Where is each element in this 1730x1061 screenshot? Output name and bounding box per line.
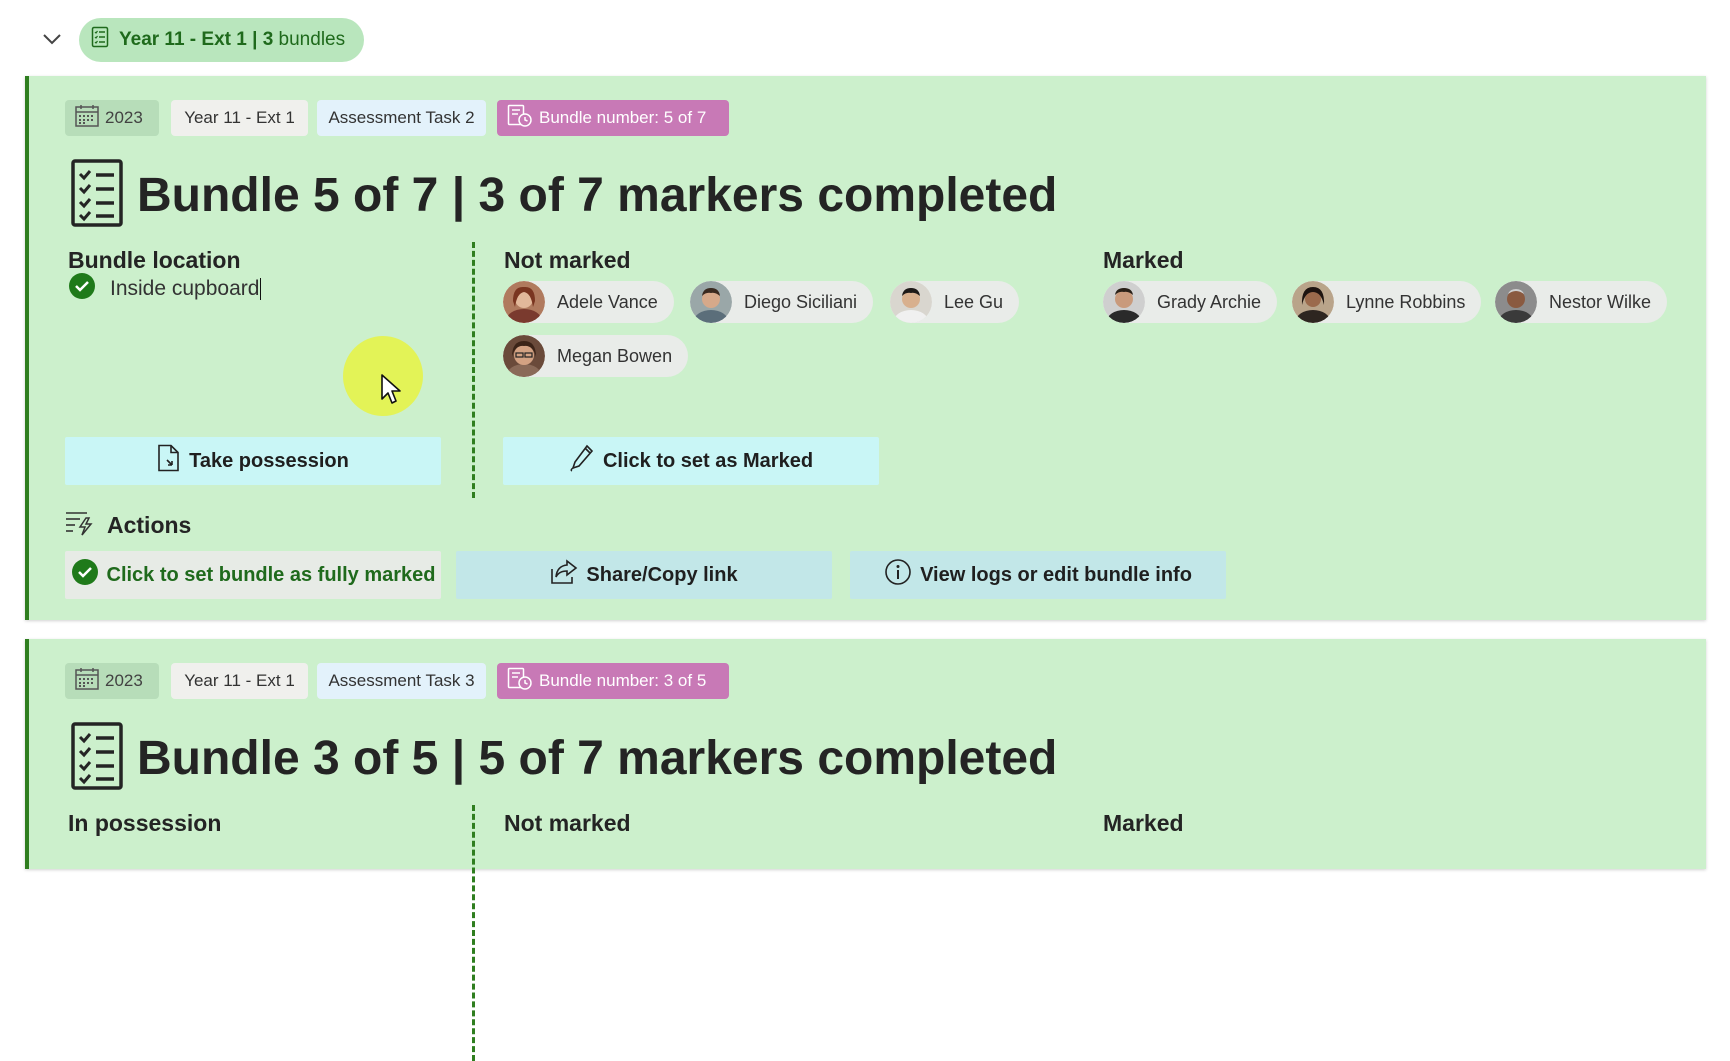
calendar-icon [75, 104, 99, 132]
share-copy-link-label: Share/Copy link [586, 563, 738, 586]
take-possession-label: Take possession [189, 449, 349, 472]
year-tag-label: 2023 [105, 671, 143, 690]
marker-name: Adele Vance [557, 291, 658, 312]
calendar-icon [75, 667, 99, 695]
marker-name: Diego Siciliani [744, 291, 858, 312]
text-caret [260, 278, 262, 301]
class-tag: Year 11 - Ext 1 [171, 100, 308, 136]
marker-chip[interactable]: Adele Vance [503, 281, 674, 323]
actions-flash-icon [65, 510, 93, 541]
not-marked-label: Not marked [504, 810, 631, 836]
bundle-location-value[interactable]: Inside cupboard [68, 272, 262, 306]
avatar [503, 281, 545, 323]
avatar [1103, 281, 1145, 323]
task-tag: Assessment Task 3 [317, 663, 486, 699]
bundle-clock-icon [507, 667, 533, 696]
year-tag: 2023 [65, 663, 159, 699]
check-circle-icon [68, 272, 96, 306]
marked-label: Marked [1103, 810, 1184, 836]
marker-name: Lynne Robbins [1346, 291, 1466, 312]
view-logs-button[interactable]: View logs or edit bundle info [850, 551, 1226, 599]
not-marked-label: Not marked [504, 247, 631, 273]
mouse-pointer-icon [380, 373, 402, 410]
year-tag-label: 2023 [105, 108, 143, 127]
list-document-icon [91, 26, 109, 54]
set-marked-button[interactable]: Click to set as Marked [503, 437, 879, 485]
check-circle-icon [71, 558, 99, 592]
bundle-location-label: Bundle location [68, 247, 241, 273]
avatar [503, 335, 545, 377]
checklist-icon [71, 158, 123, 232]
task-tag: Assessment Task 2 [317, 100, 486, 136]
group-title-bold: Year 11 - Ext 1 | 3 [119, 29, 274, 50]
group-header-pill[interactable]: Year 11 - Ext 1 | 3 bundles [79, 18, 365, 62]
view-logs-label: View logs or edit bundle info [920, 563, 1192, 586]
in-possession-label: In possession [68, 810, 222, 836]
collapse-chevron-icon[interactable] [36, 26, 68, 52]
marker-name: Nestor Wilke [1549, 291, 1652, 312]
avatar [690, 281, 732, 323]
bundle-number-tag: Bundle number: 3 of 5 [497, 663, 729, 699]
bundle-number-label: Bundle number: 5 of 7 [539, 108, 707, 127]
section-divider [472, 805, 475, 1061]
checklist-icon [71, 721, 123, 795]
take-possession-button[interactable]: Take possession [65, 437, 441, 485]
bundle-title-text: Bundle 3 of 5 | 5 of 7 markers completed [137, 731, 1058, 785]
bundle-clock-icon [507, 104, 533, 133]
bundle-card: 2023 Year 11 - Ext 1 Assessment Task 2 B… [25, 76, 1706, 620]
marker-chip[interactable]: Megan Bowen [503, 335, 689, 377]
marker-name: Megan Bowen [557, 345, 673, 366]
bundle-number-tag: Bundle number: 5 of 7 [497, 100, 729, 136]
document-arrow-icon [157, 444, 181, 478]
section-divider [472, 242, 475, 498]
set-fully-marked-label: Click to set bundle as fully marked [106, 563, 436, 586]
actions-header: Actions [65, 510, 191, 541]
pen-icon [569, 444, 595, 478]
share-icon [550, 559, 578, 591]
set-fully-marked-button[interactable]: Click to set bundle as fully marked [65, 551, 441, 599]
marker-chip[interactable]: Lynne Robbins [1292, 281, 1482, 323]
avatar [1292, 281, 1334, 323]
avatar [890, 281, 932, 323]
marked-label: Marked [1103, 247, 1184, 273]
bundle-number-label: Bundle number: 3 of 5 [539, 671, 707, 690]
year-tag: 2023 [65, 100, 159, 136]
avatar [1495, 281, 1537, 323]
share-copy-link-button[interactable]: Share/Copy link [456, 551, 832, 599]
marker-name: Grady Archie [1157, 291, 1262, 312]
actions-label: Actions [107, 512, 192, 538]
location-text: Inside cupboard [110, 277, 260, 300]
set-marked-label: Click to set as Marked [602, 449, 814, 472]
marker-chip[interactable]: Lee Gu [890, 281, 1020, 323]
bundle-card: 2023 Year 11 - Ext 1 Assessment Task 3 B… [25, 639, 1706, 1061]
info-icon [884, 558, 912, 592]
marker-chip[interactable]: Nestor Wilke [1495, 281, 1668, 323]
bundle-title: Bundle 3 of 5 | 5 of 7 markers completed [71, 721, 1058, 795]
class-tag: Year 11 - Ext 1 [171, 663, 308, 699]
marker-name: Lee Gu [944, 291, 1004, 312]
bundle-title: Bundle 5 of 7 | 3 of 7 markers completed [71, 158, 1058, 232]
bundle-title-text: Bundle 5 of 7 | 3 of 7 markers completed [137, 168, 1058, 222]
marker-chip[interactable]: Diego Siciliani [690, 281, 874, 323]
group-title-rest: bundles [278, 29, 346, 50]
marker-chip[interactable]: Grady Archie [1103, 281, 1278, 323]
